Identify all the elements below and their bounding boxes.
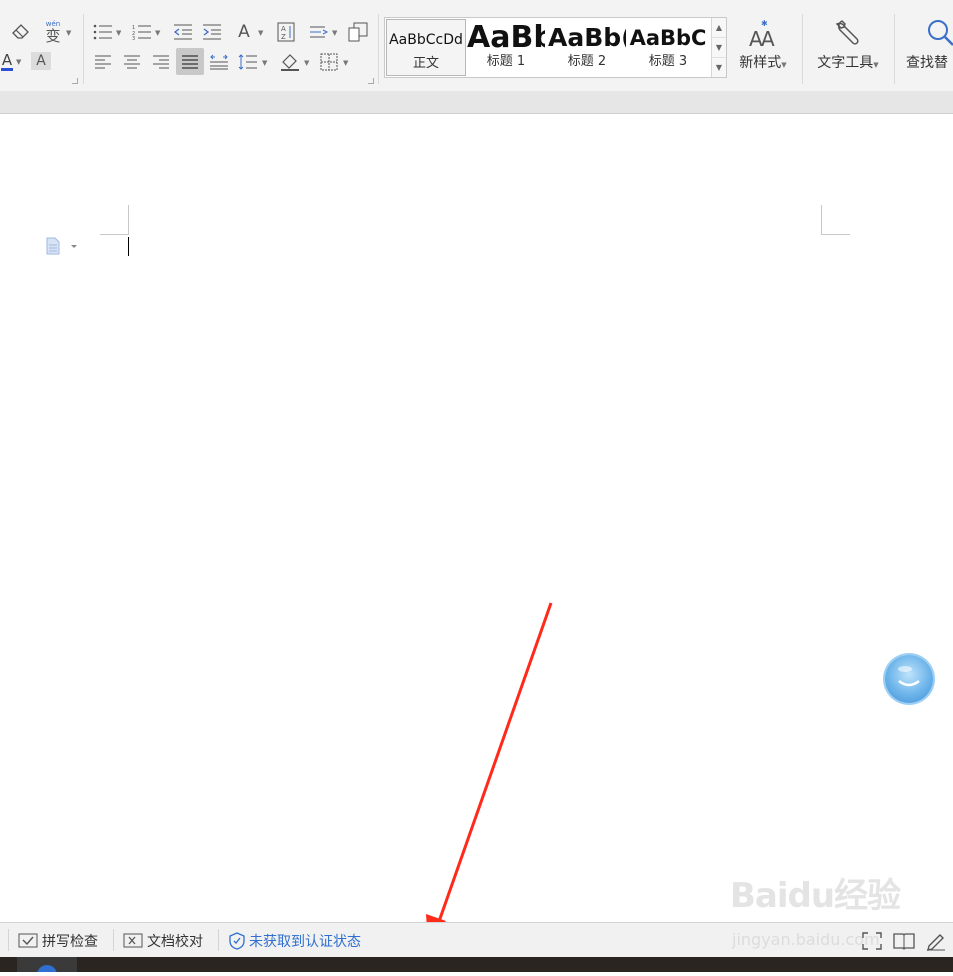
font-color-glyph: A — [1, 51, 13, 69]
increase-indent-icon[interactable] — [201, 22, 223, 42]
style-heading3-tile[interactable]: AaBbC 标题 3 — [629, 18, 707, 77]
ribbon-separator — [802, 14, 803, 84]
find-replace-button[interactable]: 查找替 — [902, 18, 953, 72]
show-hide-marks-icon[interactable] — [347, 21, 369, 43]
paragraph-layout-icon[interactable] — [45, 236, 79, 260]
ribbon-lower-strip — [0, 91, 953, 114]
wrench-icon — [810, 18, 886, 48]
new-style-icon: ✱ A A — [733, 18, 793, 51]
spell-check-icon — [18, 933, 38, 948]
line-spacing-toggle-icon[interactable] — [308, 22, 330, 42]
svg-text:3: 3 — [132, 36, 135, 40]
font-color-button[interactable]: A — [0, 52, 14, 72]
style-sample: AaBbC — [629, 26, 707, 50]
edit-pencil-icon[interactable] — [925, 930, 947, 952]
ribbon-separator — [83, 14, 84, 84]
font-group-launcher-icon[interactable] — [72, 78, 78, 84]
align-right-icon[interactable] — [150, 52, 172, 72]
svg-text:Z: Z — [281, 33, 286, 41]
gallery-up-icon[interactable]: ▲ — [712, 18, 726, 38]
phonetic-guide-button[interactable]: wén 变 — [42, 20, 64, 44]
text-caret — [128, 237, 129, 256]
sort-icon[interactable]: AZ — [276, 21, 296, 43]
style-heading2-tile[interactable]: AaBb( 标题 2 — [548, 18, 626, 77]
phonetic-glyph: 变 — [45, 26, 61, 45]
style-name: 正文 — [412, 56, 439, 71]
gallery-down-icon[interactable]: ▼ — [712, 38, 726, 58]
font-color-dropdown-icon[interactable]: ▼ — [16, 58, 21, 66]
align-center-icon[interactable] — [121, 52, 143, 72]
status-separator — [218, 929, 219, 951]
new-style-label: 新样式▼ — [739, 55, 787, 71]
style-heading1-tile[interactable]: AaBb 标题 1 — [467, 18, 545, 77]
style-sample: AaBb( — [548, 23, 626, 52]
numbered-list-icon[interactable]: 123 — [131, 22, 153, 42]
margin-corner-top-left — [100, 205, 129, 235]
line-spacing-dropdown-icon[interactable]: ▼ — [262, 59, 267, 67]
ribbon-separator — [378, 14, 379, 84]
floating-assistant-ball[interactable] — [885, 655, 933, 703]
bullet-list-icon[interactable] — [92, 22, 114, 42]
doc-proofread-label: 文档校对 — [147, 934, 203, 950]
distributed-align-icon[interactable] — [208, 52, 230, 72]
phonetic-dropdown-icon[interactable]: ▼ — [66, 29, 71, 37]
style-name: 标题 1 — [486, 54, 526, 69]
svg-text:A: A — [761, 27, 775, 48]
shading-fill-dropdown-icon[interactable]: ▼ — [304, 59, 309, 67]
status-separator — [113, 929, 114, 951]
margin-corner-top-right — [821, 205, 850, 235]
find-replace-label: 查找替 — [906, 55, 948, 71]
smile-icon — [898, 666, 920, 687]
style-normal-tile[interactable]: AaBbCcDd 正文 — [386, 19, 466, 76]
line-spacing-toggle-dropdown-icon[interactable]: ▼ — [332, 29, 337, 37]
text-direction-button[interactable]: A — [233, 20, 255, 44]
text-tools-label: 文字工具▼ — [817, 55, 879, 71]
style-name: 标题 3 — [648, 54, 688, 69]
char-shading-button[interactable]: A — [31, 52, 51, 70]
text-direction-dropdown-icon[interactable]: ▼ — [258, 29, 263, 37]
line-spacing-icon[interactable] — [237, 52, 259, 72]
search-icon — [902, 18, 953, 48]
shading-fill-icon[interactable] — [279, 51, 301, 73]
justify-icon[interactable] — [176, 48, 204, 75]
ribbon-separator — [894, 14, 895, 84]
style-gallery-scroller: ▲ ▼ ▼ — [711, 18, 726, 77]
clear-format-icon[interactable] — [11, 22, 33, 42]
paragraph-group-launcher-icon[interactable] — [368, 78, 374, 84]
align-left-icon[interactable] — [92, 52, 114, 72]
ribbon-toolbar: wén 变 ▼ A ▼ A ▼ 123 ▼ A ▼ AZ ▼ ▼ ▼ ▼ AaB… — [0, 0, 953, 92]
document-canvas[interactable] — [0, 114, 953, 922]
doc-proofread-button[interactable]: 文档校对 — [123, 931, 203, 951]
decrease-indent-icon[interactable] — [172, 22, 194, 42]
auth-status-label: 未获取到认证状态 — [249, 934, 361, 950]
gallery-expand-icon[interactable]: ▼ — [712, 58, 726, 77]
style-sample: AaBb — [467, 20, 545, 55]
style-sample: AaBbCcDd — [389, 32, 463, 48]
text-direction-glyph: A — [238, 22, 250, 42]
style-gallery: AaBbCcDd 正文 AaBb 标题 1 AaBb( 标题 2 AaBbC 标… — [384, 17, 727, 78]
baidu-watermark-logo: Baidu经验 — [730, 876, 901, 916]
auth-status-button[interactable]: 未获取到认证状态 — [229, 931, 361, 951]
reading-mode-icon[interactable] — [892, 931, 916, 951]
numbered-list-dropdown-icon[interactable]: ▼ — [155, 29, 160, 37]
svg-text:A: A — [281, 25, 286, 33]
borders-icon[interactable] — [318, 52, 340, 72]
status-separator — [8, 929, 9, 951]
doc-proofread-icon — [123, 933, 143, 948]
borders-dropdown-icon[interactable]: ▼ — [343, 59, 348, 67]
text-tools-button[interactable]: 文字工具▼ — [810, 18, 886, 72]
spell-check-label: 拼写检查 — [42, 934, 98, 950]
char-shading-glyph: A — [36, 53, 46, 69]
new-style-button[interactable]: ✱ A A 新样式▼ — [733, 18, 793, 72]
style-name: 标题 2 — [567, 54, 607, 69]
baidu-watermark-url: jingyan.baidu.com — [732, 930, 880, 949]
bullet-list-dropdown-icon[interactable]: ▼ — [116, 29, 121, 37]
shield-check-icon — [229, 932, 245, 950]
os-taskbar — [0, 957, 953, 972]
spell-check-button[interactable]: 拼写检查 — [18, 931, 98, 951]
taskbar-app-icon[interactable] — [17, 957, 77, 976]
